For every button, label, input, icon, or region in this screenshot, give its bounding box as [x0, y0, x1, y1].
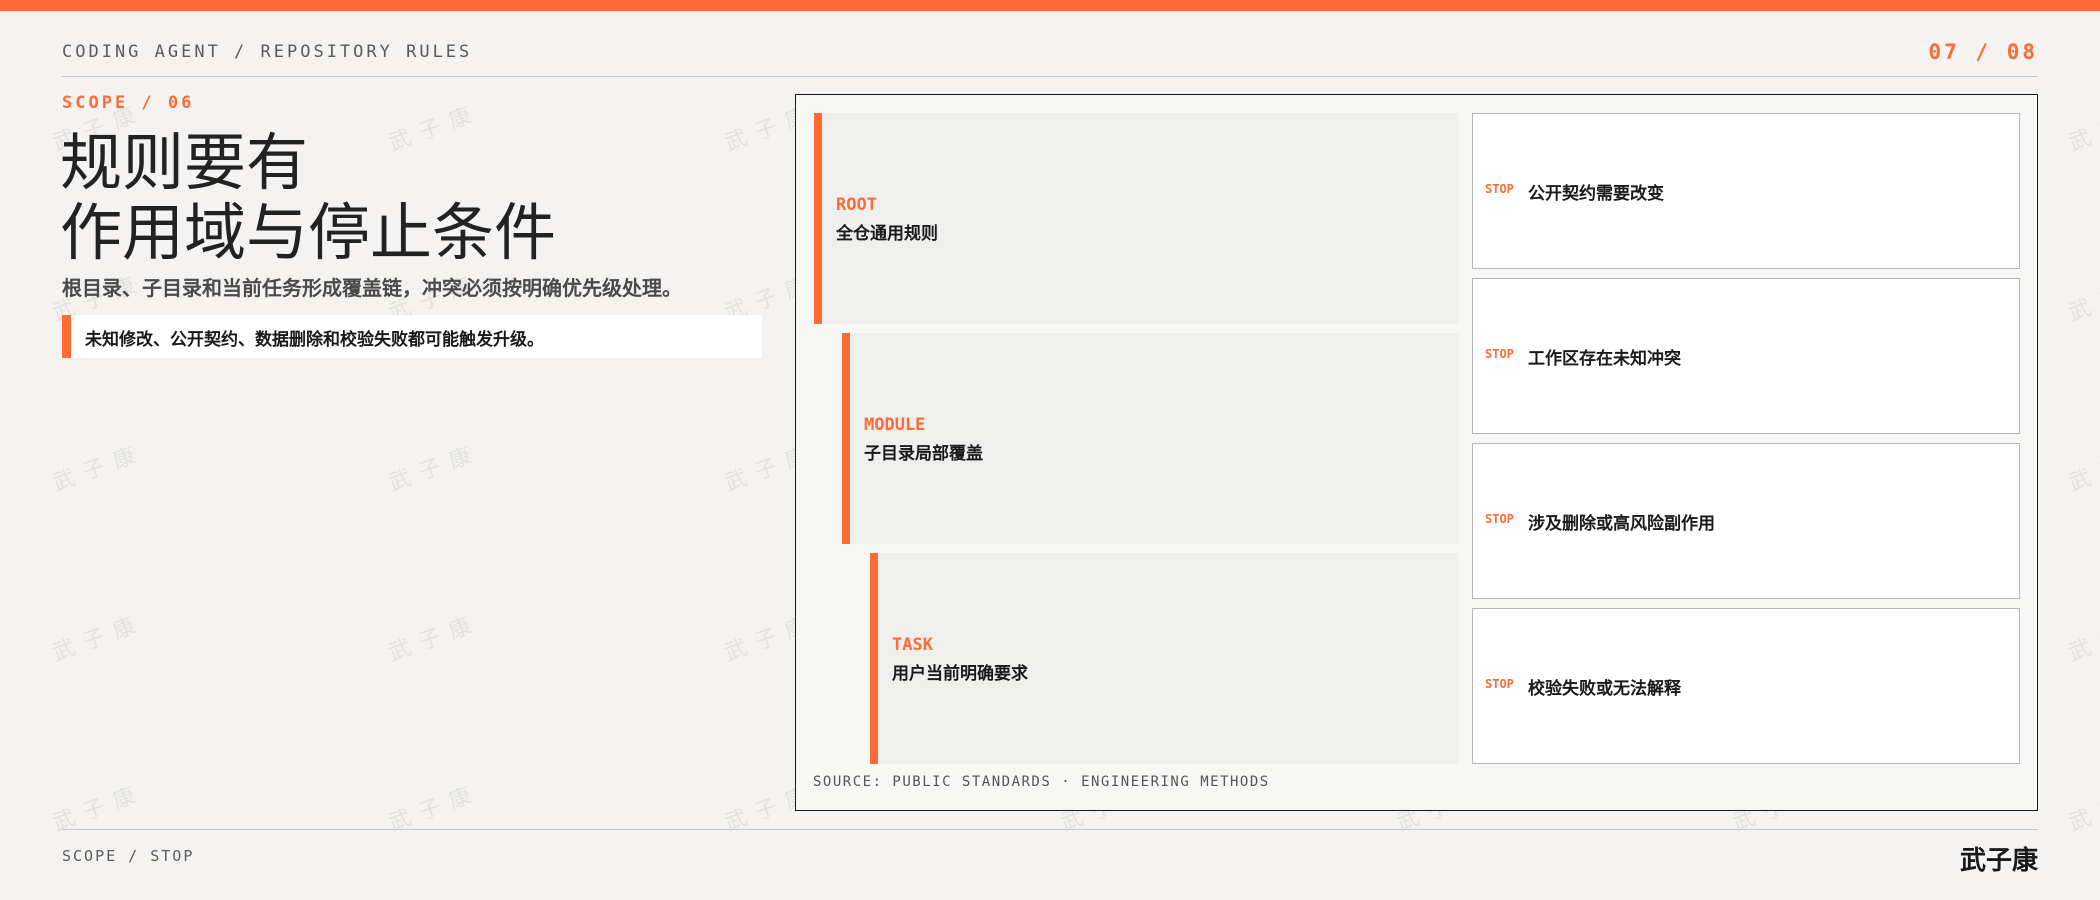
level-tag: ROOT — [836, 195, 877, 215]
source-note: SOURCE: PUBLIC STANDARDS · ENGINEERING M… — [813, 774, 1270, 790]
scope-diagram-panel: ROOT 全仓通用规则 MODULE 子目录局部覆盖 TASK 用户当前明确要求… — [795, 94, 2038, 811]
stop-text: 工作区存在未知冲突 — [1528, 349, 1681, 369]
level-block-root: ROOT 全仓通用规则 — [814, 113, 1459, 324]
watermark: 武子康 — [2065, 610, 2100, 667]
level-block-task: TASK 用户当前明确要求 — [870, 553, 1459, 764]
page-title-line-1: 规则要有 — [60, 126, 309, 199]
header-breadcrumb: CODING AGENT / REPOSITORY RULES — [62, 42, 473, 62]
footer-section-label: SCOPE / STOP — [62, 847, 195, 865]
watermark: 武子康 — [2065, 270, 2100, 327]
callout-note: 未知修改、公开契约、数据删除和校验失败都可能触发升级。 — [62, 315, 762, 358]
stop-tag: STOP — [1485, 347, 1514, 361]
header-divider — [62, 76, 2038, 77]
level-text: 全仓通用规则 — [836, 224, 938, 244]
level-text: 用户当前明确要求 — [892, 664, 1028, 684]
watermark: 武子康 — [385, 440, 485, 497]
watermark: 武子康 — [49, 610, 149, 667]
stop-text: 校验失败或无法解释 — [1528, 679, 1681, 699]
stop-condition-card: STOP 公开契约需要改变 — [1472, 113, 2020, 269]
level-block-module: MODULE 子目录局部覆盖 — [842, 333, 1459, 544]
page-title: 规则要有 作用域与停止条件 — [60, 128, 556, 268]
footer-divider — [62, 829, 2038, 830]
stop-tag: STOP — [1485, 677, 1514, 691]
level-tag: TASK — [892, 635, 933, 655]
stop-text: 涉及删除或高风险副作用 — [1528, 514, 1715, 534]
page-number: 07 / 08 — [1928, 40, 2038, 64]
callout-text: 未知修改、公开契约、数据删除和校验失败都可能触发升级。 — [85, 330, 544, 350]
level-text: 子目录局部覆盖 — [864, 444, 983, 464]
watermark: 武子康 — [2065, 440, 2100, 497]
watermark: 武子康 — [2065, 100, 2100, 157]
watermark: 武子康 — [49, 440, 149, 497]
watermark: 武子康 — [385, 610, 485, 667]
accent-top-bar — [0, 0, 2100, 11]
watermark: 武子康 — [2065, 780, 2100, 837]
section-label: SCOPE / 06 — [62, 93, 195, 113]
level-tag: MODULE — [864, 415, 926, 435]
stop-tag: STOP — [1485, 512, 1514, 526]
page-subtitle: 根目录、子目录和当前任务形成覆盖链，冲突必须按明确优先级处理。 — [62, 276, 682, 300]
stop-text: 公开契约需要改变 — [1528, 184, 1664, 204]
stop-condition-card: STOP 工作区存在未知冲突 — [1472, 278, 2020, 434]
author-signature: 武子康 — [1959, 846, 2038, 876]
page-title-line-2: 作用域与停止条件 — [60, 196, 557, 269]
stop-condition-card: STOP 涉及删除或高风险副作用 — [1472, 443, 2020, 599]
stop-tag: STOP — [1485, 182, 1514, 196]
stop-condition-card: STOP 校验失败或无法解释 — [1472, 608, 2020, 764]
